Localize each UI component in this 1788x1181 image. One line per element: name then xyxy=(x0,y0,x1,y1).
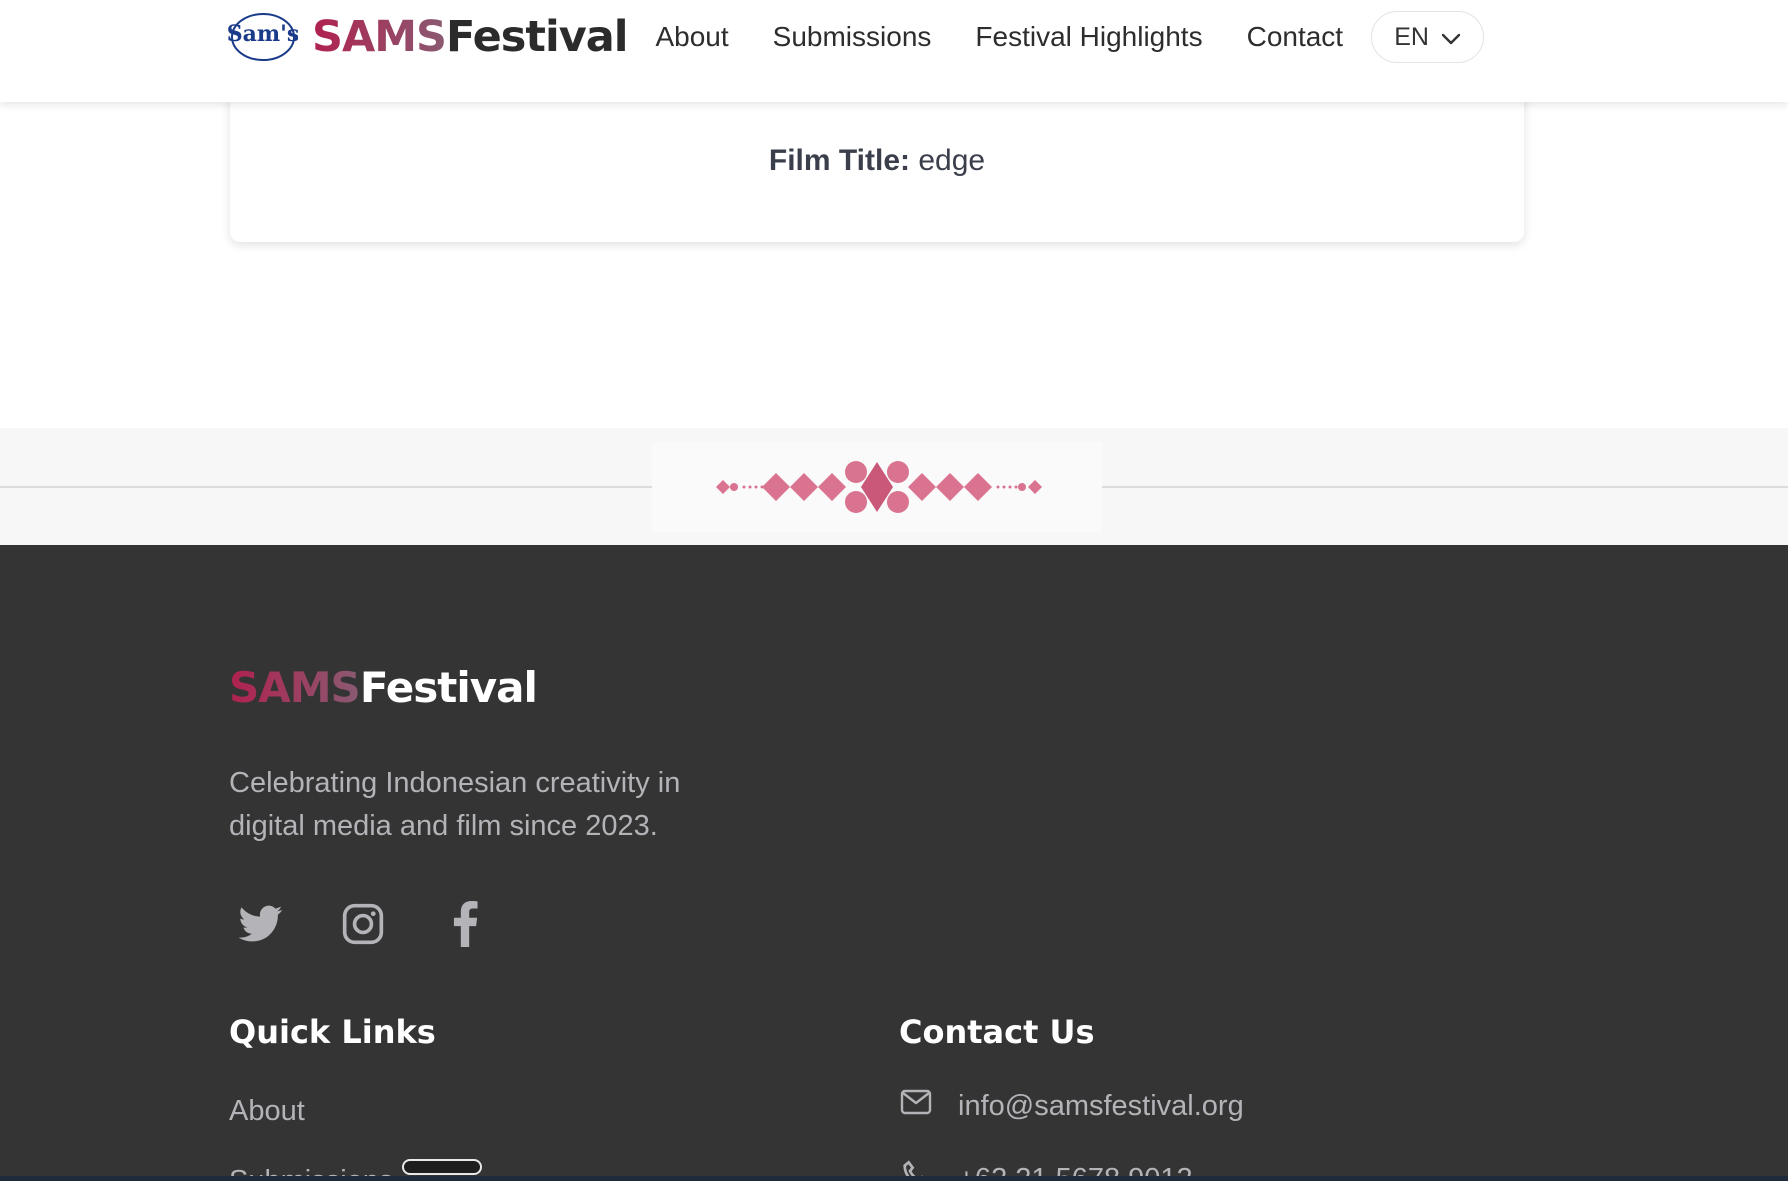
chevron-down-icon xyxy=(1441,23,1461,52)
logo-text: Sam's xyxy=(228,21,298,47)
main-nav: About Submissions Festival Highlights Co… xyxy=(655,11,1485,63)
nav-about[interactable]: About xyxy=(655,21,728,53)
twitter-icon[interactable] xyxy=(238,901,284,947)
instagram-icon[interactable] xyxy=(340,901,386,947)
footer-tagline: Celebrating Indonesian creativity in dig… xyxy=(229,767,681,842)
brand-logo[interactable]: SAMSFestival xyxy=(312,12,628,62)
language-selector[interactable]: EN xyxy=(1371,11,1485,63)
mail-icon xyxy=(900,1089,932,1123)
section-divider xyxy=(0,428,1788,545)
facebook-icon[interactable] xyxy=(442,901,488,947)
film-title: Film Title: edge xyxy=(230,144,1524,178)
quick-links-title: Quick Links xyxy=(229,1013,436,1051)
window-bottom-bar xyxy=(0,1176,1788,1181)
site-footer: SAMSFestival Celebrating Indonesian crea… xyxy=(0,545,1788,1181)
nav-festival-highlights[interactable]: Festival Highlights xyxy=(975,21,1202,53)
nav-contact[interactable]: Contact xyxy=(1247,21,1344,53)
divider-ornament-box xyxy=(652,442,1102,532)
nav-submissions[interactable]: Submissions xyxy=(773,21,932,53)
ornament-icon xyxy=(716,461,1042,513)
footer-brand-rest: Festival xyxy=(359,663,538,712)
footer-brand-accent: SAMS xyxy=(229,663,361,712)
language-label: EN xyxy=(1394,22,1429,51)
film-title-label: Film Title: xyxy=(768,144,911,177)
header-inner: Sam's SAMSFestival About Submissions Fes… xyxy=(228,0,1524,74)
social-links xyxy=(238,901,488,947)
contact-us-title: Contact Us xyxy=(899,1013,1095,1051)
contact-email: info@samsfestival.org xyxy=(958,1089,1244,1122)
scroll-handle[interactable] xyxy=(402,1159,482,1175)
contact-email-row[interactable]: info@samsfestival.org xyxy=(900,1089,1244,1123)
studio-logo[interactable]: Sam's xyxy=(228,10,298,64)
divider-line-left xyxy=(0,486,652,488)
brand-rest: Festival xyxy=(446,12,628,62)
site-header: Sam's SAMSFestival About Submissions Fes… xyxy=(0,0,1788,102)
brand-accent: SAMS xyxy=(312,12,447,62)
film-title-value: edge xyxy=(918,144,986,177)
footer-brand-logo[interactable]: SAMSFestival xyxy=(229,663,538,712)
divider-line-right xyxy=(1102,486,1788,488)
footer-link-about[interactable]: About xyxy=(229,1095,305,1128)
